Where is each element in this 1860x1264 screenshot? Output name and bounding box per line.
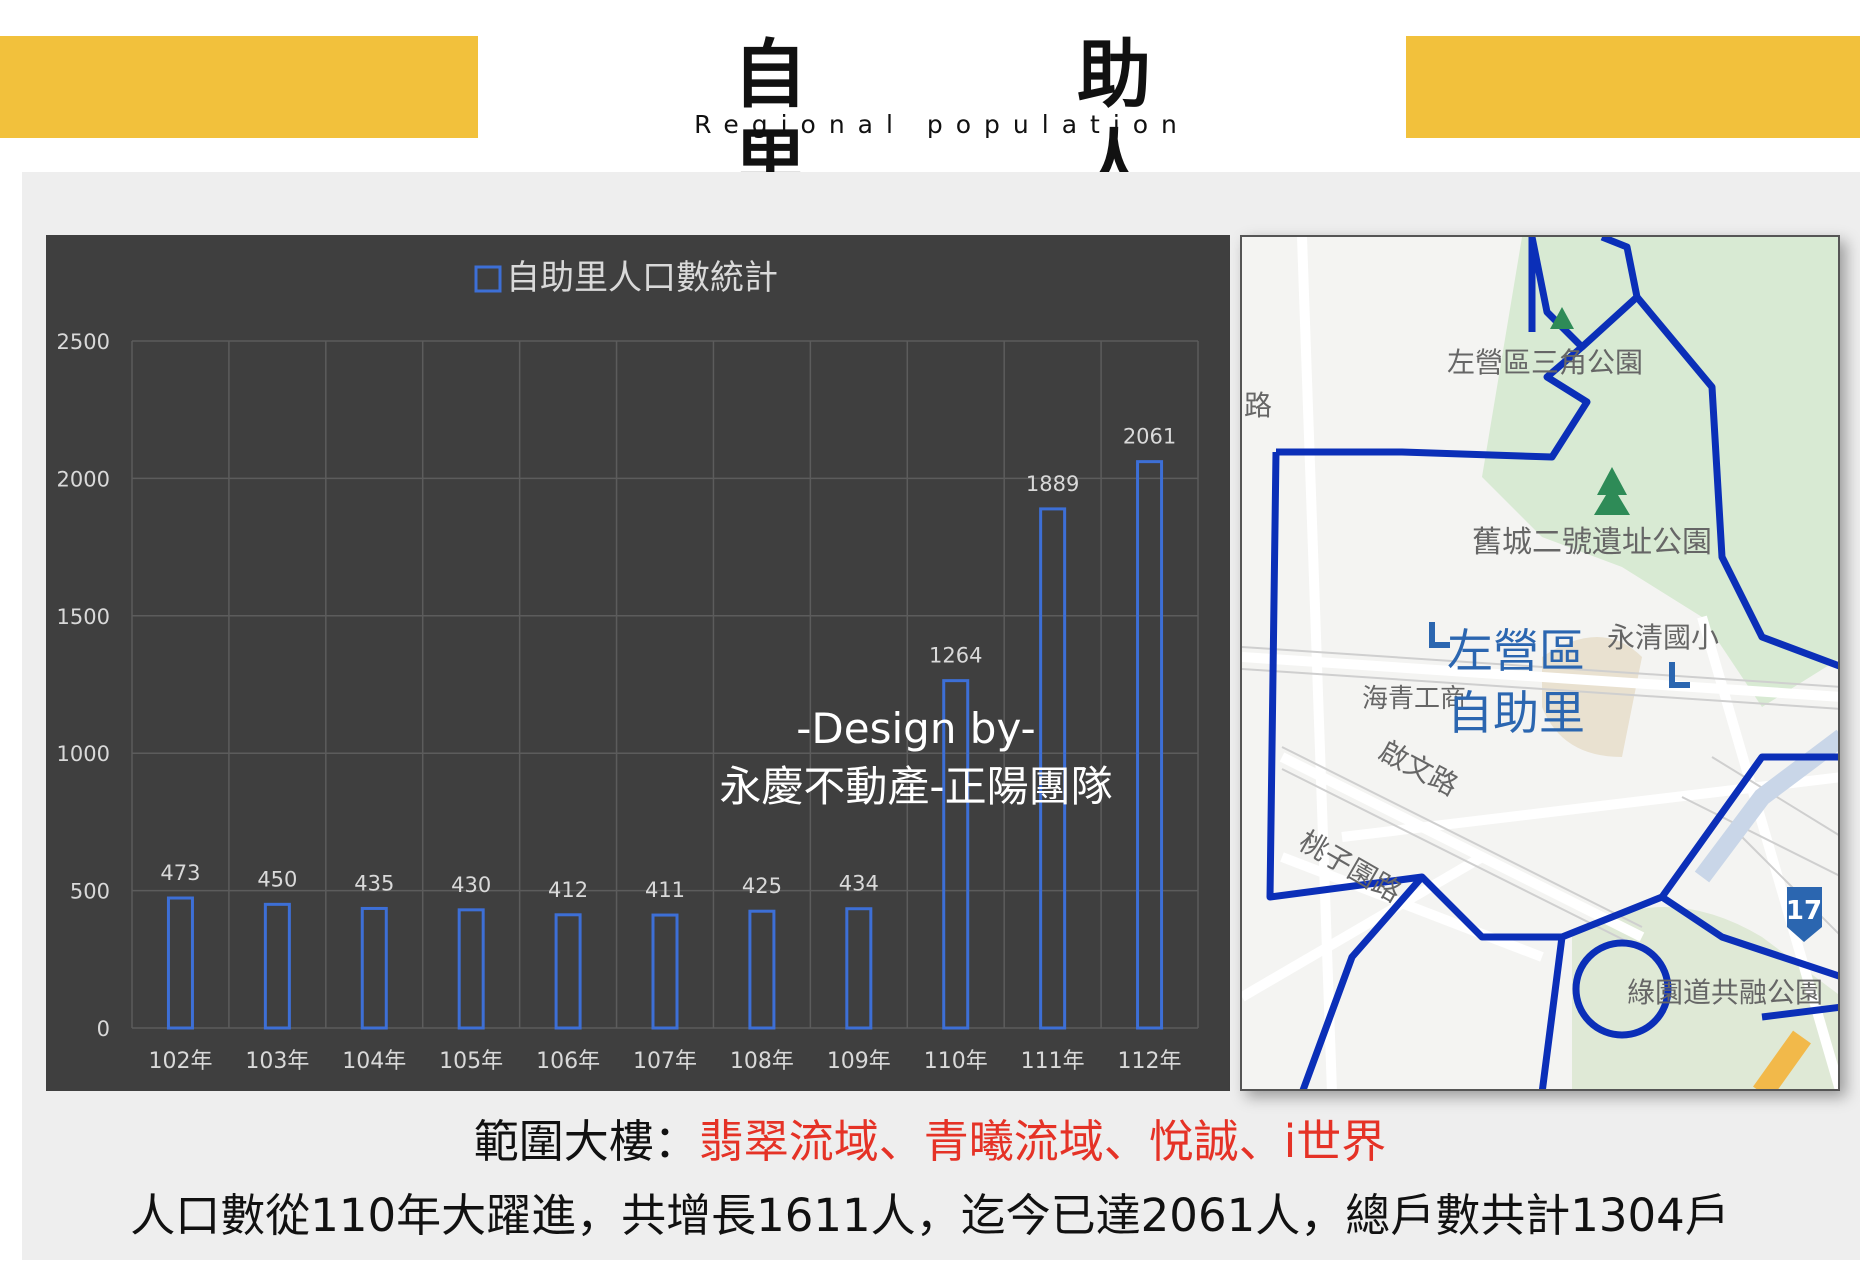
y-tick-label: 2000	[57, 467, 110, 491]
map-label-qiwen: 啟文路	[1374, 734, 1464, 803]
y-tick-label: 500	[70, 880, 110, 904]
population-chart: 0 500 1000 1500 2000 2500 473 102年 450 103年 435 104…	[46, 235, 1230, 1091]
route-badge-label: 17	[1786, 896, 1822, 926]
y-tick-label: 2500	[57, 330, 110, 354]
village-map: 17 左營區三角公園 舊城二號遺址公園 永清國小 海青工商 啟文路 桃子園路 綠…	[1240, 235, 1840, 1091]
x-tick-label: 107年	[633, 1049, 697, 1074]
caption-buildings-prefix: 範圍大樓：	[473, 1115, 699, 1168]
caption-buildings: 範圍大樓：翡翠流域、青曦流域、悅誠、i世界	[0, 1112, 1860, 1172]
x-tick-label: 111年	[1021, 1049, 1085, 1074]
bar	[263, 902, 291, 1030]
watermark-line2: 永慶不動產-正陽團隊	[719, 762, 1113, 811]
map-label-road: 路	[1244, 389, 1272, 422]
data-label: 2061	[1123, 425, 1176, 449]
data-label: 473	[160, 861, 200, 885]
x-tick-label: 112年	[1118, 1049, 1182, 1074]
data-label: 425	[742, 874, 782, 898]
data-label: 412	[548, 878, 588, 902]
watermark-line1: -Design by-	[796, 704, 1036, 753]
page-subtitle: Regional population	[694, 110, 1190, 139]
x-tick-label: 109年	[827, 1049, 891, 1074]
map-label-school: 永清國小	[1607, 621, 1719, 654]
bar	[748, 909, 776, 1030]
bar	[360, 906, 388, 1030]
bar	[845, 907, 873, 1030]
y-tick-label: 1500	[57, 605, 110, 629]
x-tick-label: 106年	[536, 1049, 600, 1074]
x-tick-label: 104年	[342, 1049, 406, 1074]
x-tick-label: 110年	[924, 1049, 988, 1074]
map-label-village: 自助里	[1447, 686, 1585, 740]
y-tick-label: 0	[97, 1017, 110, 1041]
data-label: 411	[645, 878, 685, 902]
chart-title: 自助里人口數統計	[506, 258, 778, 298]
data-label: 1889	[1026, 472, 1079, 496]
data-label: 450	[257, 867, 297, 891]
map-label-park1: 左營區三角公園	[1447, 346, 1643, 379]
map-label-park3: 綠園道共融公園	[1627, 976, 1823, 1009]
x-tick-label: 105年	[439, 1049, 503, 1074]
chart-svg: 0 500 1000 1500 2000 2500 473 102年 450 103年 435 104…	[57, 258, 1199, 1074]
bar	[554, 913, 582, 1030]
x-tick-label: 102年	[148, 1049, 212, 1074]
map-label-park2: 舊城二號遺址公園	[1472, 525, 1712, 560]
caption-summary: 人口數從110年大躍進，共增長1611人，迄今已達2061人，總戶數共計1304…	[130, 1189, 1730, 1242]
x-tick-label: 108年	[730, 1049, 794, 1074]
data-label: 1264	[929, 644, 982, 668]
header-accent-right	[1406, 36, 1860, 138]
bar	[457, 908, 485, 1030]
bar	[651, 913, 679, 1030]
data-label: 435	[354, 871, 394, 895]
caption-buildings-list: 翡翠流域、青曦流域、悅誠、i世界	[698, 1115, 1387, 1168]
x-tick-label: 103年	[245, 1049, 309, 1074]
bar	[166, 896, 194, 1030]
legend-swatch	[474, 265, 502, 293]
y-tick-label: 1000	[57, 742, 110, 766]
data-label: 430	[451, 873, 491, 897]
header-accent-left	[0, 36, 478, 138]
watermark: -Design by- 永慶不動產-正陽團隊	[676, 700, 1156, 816]
map-label-district: 左營區	[1447, 624, 1585, 678]
data-label: 434	[839, 872, 879, 896]
map-svg: 17 左營區三角公園 舊城二號遺址公園 永清國小 海青工商 啟文路 桃子園路 綠…	[1242, 237, 1838, 1089]
